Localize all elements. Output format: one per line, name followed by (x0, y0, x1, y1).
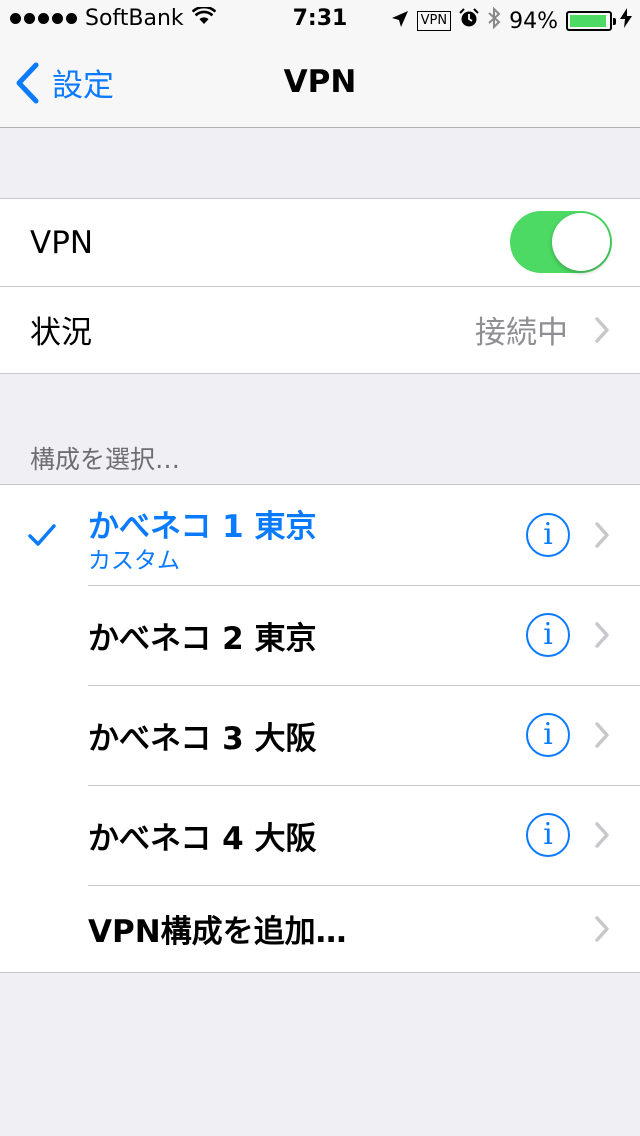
charging-bolt-icon (620, 8, 632, 34)
vpn-status-badge: VPN (416, 11, 452, 31)
info-icon[interactable]: i (526, 613, 570, 657)
info-icon[interactable]: i (526, 713, 570, 757)
alarm-clock-icon (459, 8, 479, 34)
chevron-right-icon (595, 622, 609, 648)
status-right: VPN 94% (391, 6, 632, 35)
location-arrow-icon (391, 9, 409, 34)
vpn-settings-group: VPN 状況 接続中 (0, 198, 640, 374)
add-vpn-config-row[interactable]: VPN構成を追加… (0, 885, 640, 972)
checkmark-icon (28, 524, 56, 546)
vpn-config-name: かべネコ 3 大阪 (88, 720, 317, 757)
chevron-right-icon (595, 915, 609, 942)
vpn-status-row[interactable]: 状況 接続中 (0, 286, 640, 373)
section-header-configs: 構成を選択… (30, 445, 181, 474)
vpn-config-name: かべネコ 2 東京 (88, 620, 317, 657)
chevron-right-icon (595, 822, 609, 848)
info-icon[interactable]: i (526, 513, 570, 557)
vpn-status-label: 状況 (30, 315, 92, 351)
chevron-right-icon (595, 722, 609, 748)
vpn-toggle-row: VPN (0, 199, 640, 286)
vpn-config-subtitle: カスタム (88, 548, 180, 574)
add-vpn-config-label: VPN構成を追加… (88, 914, 347, 950)
chevron-right-icon (595, 316, 609, 343)
navigation-bar: 設定 VPN (0, 40, 640, 128)
vpn-config-row-1[interactable]: かべネコ 1 東京 カスタム i (0, 485, 640, 585)
battery-percent: 94% (509, 8, 558, 34)
vpn-config-row-2[interactable]: かべネコ 2 東京 i (0, 585, 640, 685)
top-bar: SoftBank 7:31 VPN 94% 設定 VPN (0, 0, 640, 128)
vpn-config-name: かべネコ 1 東京 (88, 509, 317, 545)
vpn-config-name: かべネコ 4 大阪 (88, 820, 317, 857)
page-title: VPN (283, 64, 357, 100)
vpn-toggle-label: VPN (30, 224, 94, 261)
vpn-config-row-3[interactable]: かべネコ 3 大阪 i (0, 685, 640, 785)
chevron-right-icon (595, 522, 609, 548)
vpn-toggle-switch[interactable] (510, 211, 612, 273)
status-bar: SoftBank 7:31 VPN 94% (0, 0, 640, 40)
battery-icon (566, 11, 616, 31)
vpn-config-list: かべネコ 1 東京 カスタム i かべネコ 2 東京 i かべネコ 3 大阪 i… (0, 484, 640, 973)
bluetooth-icon (487, 6, 501, 35)
info-icon[interactable]: i (526, 813, 570, 857)
vpn-config-row-4[interactable]: かべネコ 4 大阪 i (0, 785, 640, 885)
vpn-status-value: 接続中 (475, 315, 568, 351)
